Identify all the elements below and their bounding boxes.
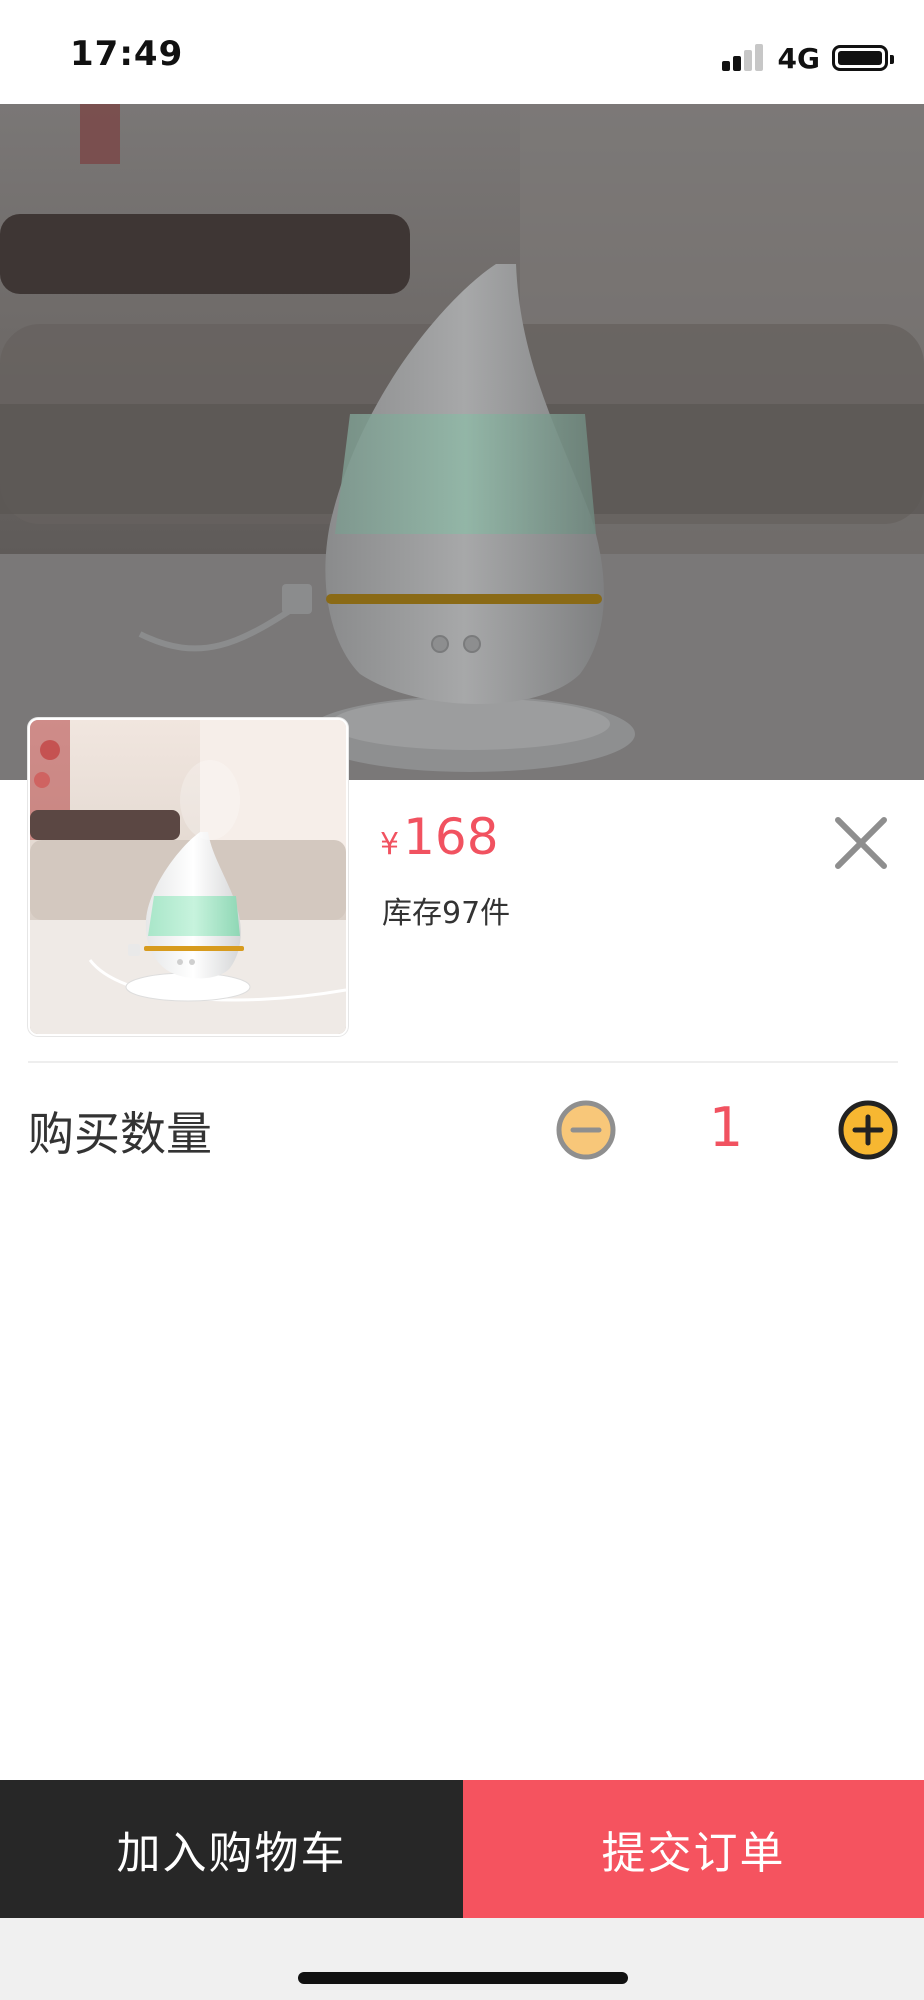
product-thumbnail[interactable] <box>28 718 348 1036</box>
plus-circle-icon <box>838 1100 898 1160</box>
stock-text: 库存97件 <box>382 896 511 931</box>
price-value: 168 <box>403 808 499 866</box>
network-label: 4G <box>777 41 820 75</box>
minus-circle-icon <box>556 1100 616 1160</box>
quantity-increase-button[interactable] <box>838 1100 898 1160</box>
add-to-cart-button[interactable]: 加入购物车 <box>0 1780 463 1918</box>
status-icons: 4G <box>721 40 894 76</box>
quantity-decrease-button[interactable] <box>556 1100 616 1160</box>
quantity-label: 购买数量 <box>28 1107 212 1161</box>
product-hero-image[interactable] <box>0 104 924 780</box>
status-time: 17:49 <box>70 34 184 74</box>
quantity-value[interactable]: 1 <box>686 1096 766 1159</box>
battery-icon <box>832 45 894 71</box>
action-bar: 加入购物车 提交订单 <box>0 1780 924 1918</box>
close-icon <box>835 817 887 869</box>
submit-order-button[interactable]: 提交订单 <box>463 1780 924 1918</box>
close-button[interactable] <box>830 812 892 874</box>
divider <box>28 1061 898 1063</box>
status-bar: 17:49 4G <box>0 0 924 104</box>
home-indicator-area <box>0 1918 924 2000</box>
price: ¥ 168 <box>380 808 499 866</box>
currency-symbol: ¥ <box>380 827 400 862</box>
home-indicator[interactable] <box>298 1972 628 1984</box>
signal-icon <box>721 43 766 73</box>
